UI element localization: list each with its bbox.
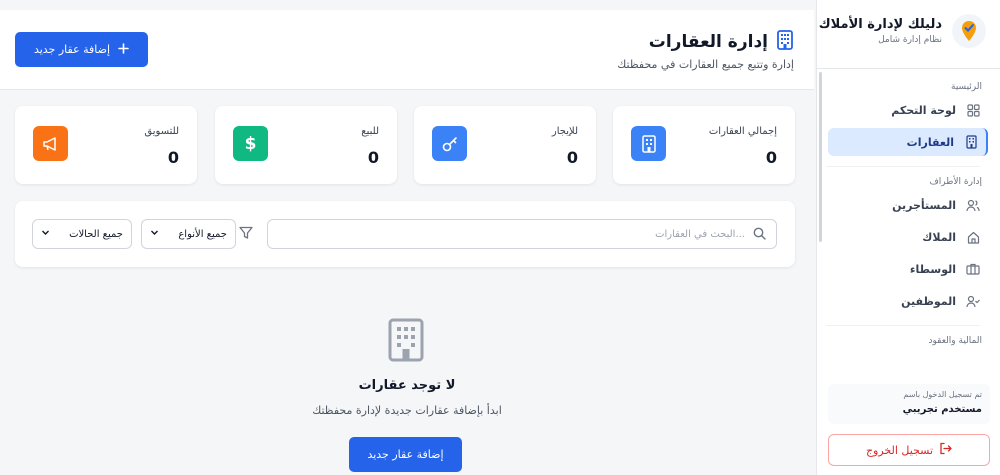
page-title-row: إدارة العقارات [649, 30, 794, 54]
stat-label: إجمالي العقارات [708, 126, 777, 137]
chevron-down-icon [41, 228, 50, 240]
search-icon [753, 225, 766, 244]
sidebar-item-brokers[interactable]: الوسطاء [828, 255, 988, 283]
briefcase-icon [966, 262, 980, 276]
type-select[interactable]: جميع الأنواع [141, 219, 236, 249]
dollar-icon: $ [233, 126, 268, 161]
nav-section-main: الرئيسية [951, 82, 982, 92]
sidebar-item-properties[interactable]: العقارات [828, 128, 988, 156]
stat-label: للإيجار [551, 126, 578, 137]
stat-card-total: إجمالي العقارات 0 [613, 106, 795, 184]
key-icon [432, 126, 467, 161]
user-label: تم تسجيل الدخول باسم [903, 390, 982, 399]
sidebar-item-label: الوسطاء [909, 262, 956, 276]
divider [826, 166, 980, 167]
sidebar-item-label: الموظفين [901, 294, 956, 308]
brand-subtitle: نظام إدارة شامل [878, 35, 942, 45]
logo-icon [952, 14, 986, 48]
user-name: مستخدم تجريبي [902, 404, 982, 415]
plus-icon [118, 42, 129, 57]
sidebar-nav: الرئيسية لوحة التحكم العقارات إدارة الأط… [816, 78, 1000, 370]
stat-card-rent: للإيجار 0 [414, 106, 596, 184]
stat-card-sale: للبيع 0 $ [215, 106, 397, 184]
home-icon [966, 230, 980, 244]
empty-add-label: إضافة عقار جديد [367, 448, 444, 461]
nav-section-finance: المالية والعقود [928, 336, 982, 346]
brand: دليلك لإدارة الأملاك نظام إدارة شامل [819, 14, 986, 48]
sidebar-item-owners[interactable]: الملاك [828, 223, 988, 251]
building-icon [776, 30, 794, 54]
stat-value: 0 [367, 148, 379, 167]
sidebar-item-label: المستأجرين [892, 198, 956, 212]
stat-value: 0 [566, 148, 578, 167]
logout-label: تسجيل الخروج [865, 443, 934, 457]
divider [816, 68, 1000, 69]
add-property-label: إضافة عقار جديد [33, 43, 111, 56]
empty-add-property-button[interactable]: إضافة عقار جديد [349, 437, 462, 472]
divider [826, 325, 980, 326]
users-icon [966, 198, 980, 212]
building-icon [631, 126, 666, 161]
stat-card-marketing: للتسويق 0 [15, 106, 197, 184]
empty-subtitle: ابدأ بإضافة عقارات جديدة لإدارة محفظتك [312, 404, 502, 417]
sidebar-item-employees[interactable]: الموظفين [828, 287, 988, 315]
logout-button[interactable]: تسجيل الخروج [828, 434, 990, 466]
stat-value: 0 [167, 148, 179, 167]
building-icon [964, 135, 978, 149]
page-title: إدارة العقارات [648, 32, 768, 52]
status-select[interactable]: جميع الحالات [32, 219, 132, 249]
sidebar-item-dashboard[interactable]: لوحة التحكم [828, 96, 988, 124]
brand-title: دليلك لإدارة الأملاك [818, 17, 942, 32]
empty-title: لا توجد عقارات [358, 378, 456, 393]
user-info: تم تسجيل الدخول باسم مستخدم تجريبي [828, 384, 990, 424]
sidebar: دليلك لإدارة الأملاك نظام إدارة شامل الر… [816, 0, 1000, 475]
sidebar-item-label: الملاك [922, 230, 956, 244]
status-select-value: جميع الحالات [69, 228, 123, 240]
main-content: إدارة العقارات إدارة وتتبع جميع العقارات… [0, 0, 814, 475]
page-subtitle: إدارة وتتبع جميع العقارات في محفظتك [617, 58, 794, 71]
filter-bar: البحث في العقارات... جميع الأنواع جميع ا… [15, 201, 795, 267]
page-header: إدارة العقارات إدارة وتتبع جميع العقارات… [0, 10, 814, 90]
add-property-button[interactable]: إضافة عقار جديد [15, 32, 148, 67]
megaphone-icon [33, 126, 68, 161]
logout-icon [939, 442, 952, 458]
sidebar-item-tenants[interactable]: المستأجرين [828, 191, 988, 219]
sidebar-item-label: لوحة التحكم [891, 103, 956, 117]
user-check-icon [966, 294, 980, 308]
stat-label: للتسويق [144, 126, 179, 137]
empty-building-icon [386, 318, 426, 366]
sidebar-item-label: العقارات [906, 135, 954, 149]
grid-icon [966, 103, 980, 117]
search-placeholder: البحث في العقارات... [655, 228, 745, 240]
search-input[interactable]: البحث في العقارات... [267, 219, 777, 249]
stat-value: 0 [765, 148, 777, 167]
filter-icon [239, 225, 253, 244]
chevron-down-icon [150, 228, 159, 240]
type-select-value: جميع الأنواع [178, 228, 227, 240]
nav-section-parties: إدارة الأطراف [929, 177, 982, 187]
stat-label: للبيع [361, 126, 379, 137]
